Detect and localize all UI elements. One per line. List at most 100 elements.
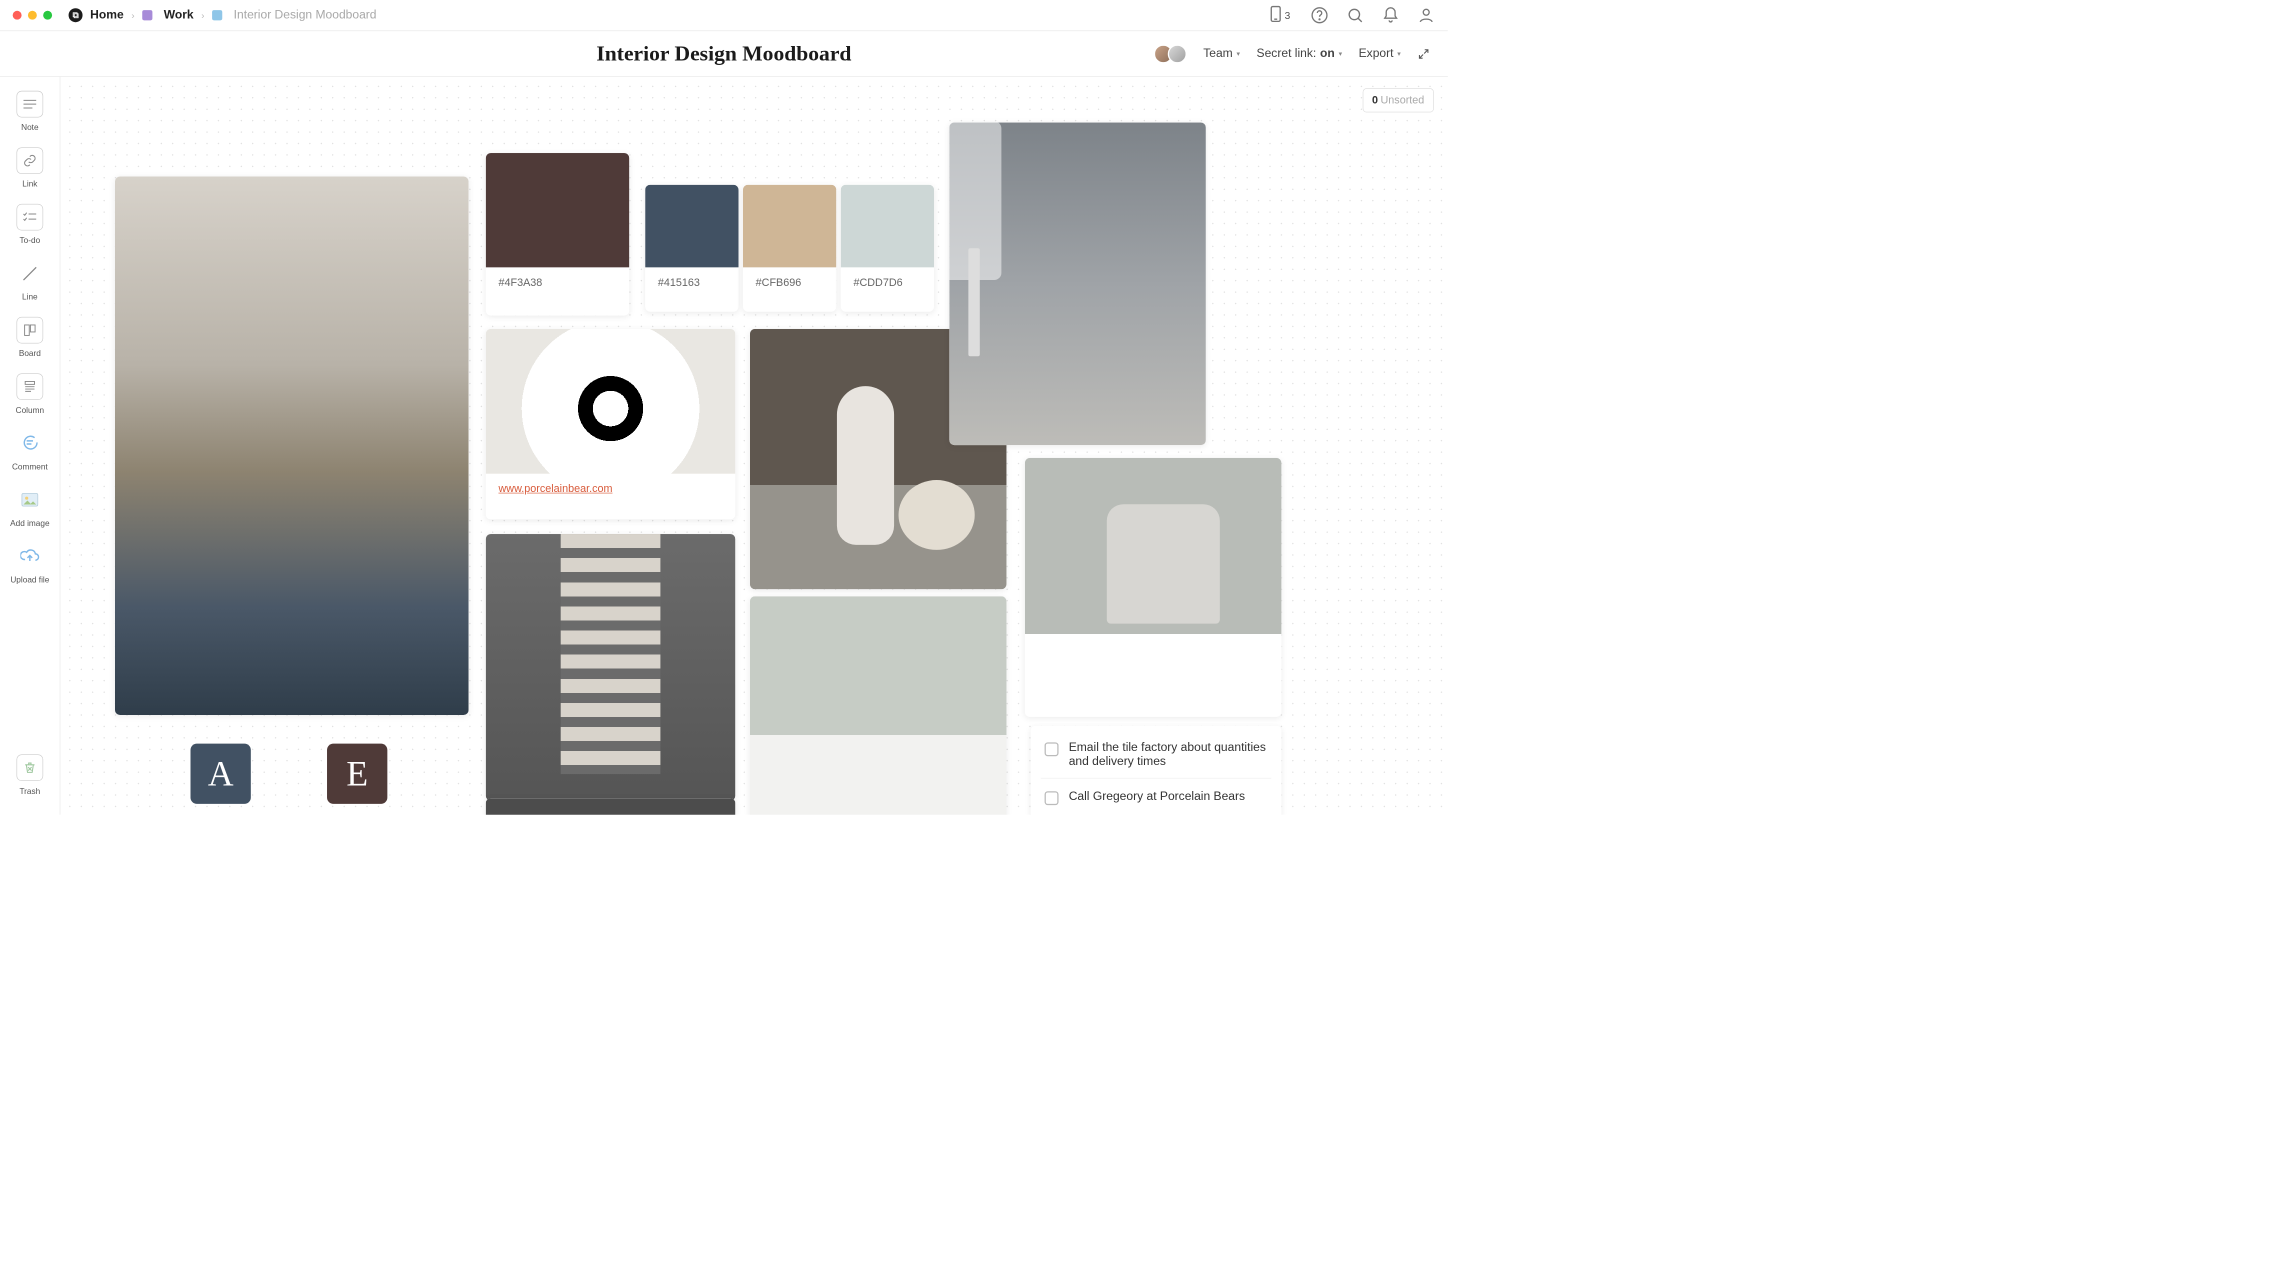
- avatar: [1168, 44, 1187, 63]
- swatch-hex: #4F3A38: [486, 267, 630, 297]
- tool-link[interactable]: Link: [7, 145, 53, 199]
- link-caption: www.porcelainbear.com: [486, 474, 736, 504]
- todo-item[interactable]: Call Gregeory at Porcelain Bears: [1041, 778, 1272, 812]
- letter-tile-label: E: [346, 753, 368, 794]
- chevron-right-icon: ›: [201, 10, 204, 21]
- tool-label: Add image: [10, 518, 49, 528]
- image-placeholder: [1025, 458, 1282, 717]
- breadcrumb-current: Interior Design Moodboard: [234, 8, 377, 22]
- trash-icon: [17, 754, 44, 781]
- note-icon: [17, 91, 44, 118]
- image-placeholder: [486, 534, 736, 801]
- checkbox[interactable]: [1045, 742, 1059, 756]
- secret-link-state: on: [1320, 47, 1335, 61]
- moodboard-canvas[interactable]: 0Unsorted #4F3A38 #415163 #CFB696 #CDD7D…: [60, 77, 1447, 815]
- tool-label: Upload file: [10, 575, 49, 585]
- breadcrumb-work[interactable]: Work: [164, 8, 194, 22]
- color-swatch-card[interactable]: #415163: [645, 185, 738, 312]
- breadcrumb-current-color: [212, 10, 222, 20]
- account-icon[interactable]: [1417, 6, 1435, 24]
- letter-tile-e[interactable]: E: [327, 744, 387, 804]
- tool-label: Trash: [19, 786, 40, 796]
- todo-text: Call Gregeory at Porcelain Bears: [1069, 790, 1245, 804]
- tool-note[interactable]: Note: [7, 88, 53, 142]
- page-title[interactable]: Interior Design Moodboard: [596, 42, 851, 66]
- tool-board[interactable]: Board: [7, 314, 53, 368]
- team-label: Team: [1203, 47, 1233, 61]
- breadcrumb-work-color: [142, 10, 152, 20]
- swatch-hex: #415163: [645, 267, 738, 297]
- unsorted-pill[interactable]: 0Unsorted: [1362, 88, 1433, 112]
- comment-icon: [17, 430, 44, 457]
- expand-icon[interactable]: [1417, 47, 1430, 60]
- team-dropdown[interactable]: Team ▾: [1203, 47, 1240, 61]
- secret-link-dropdown[interactable]: Secret link: on ▾: [1257, 47, 1343, 61]
- image-placeholder: [750, 596, 1007, 814]
- image-card[interactable]: [486, 534, 736, 801]
- collaborator-avatars[interactable]: [1159, 44, 1187, 63]
- tool-label: Board: [19, 349, 41, 359]
- checkbox[interactable]: [1045, 791, 1059, 805]
- todo-card[interactable]: Email the tile factory about quantities …: [1031, 726, 1282, 815]
- column-icon: [17, 373, 44, 400]
- link-card[interactable]: www.porcelainbear.com: [486, 329, 736, 520]
- image-card[interactable]: [949, 123, 1206, 446]
- letter-tile-label: A: [208, 753, 234, 794]
- checklist-icon: [17, 204, 44, 231]
- tool-label: Note: [21, 123, 38, 133]
- tool-label: Column: [16, 405, 44, 415]
- devices-count: 3: [1285, 10, 1291, 21]
- link-icon: [17, 147, 44, 174]
- tool-line[interactable]: Line: [7, 258, 53, 312]
- color-swatch-card[interactable]: #CDD7D6: [841, 185, 934, 312]
- image-card[interactable]: [115, 177, 469, 715]
- todo-item[interactable]: Email the tile factory about quantities …: [1041, 735, 1272, 776]
- image-card[interactable]: [1025, 458, 1282, 717]
- minimize-window-icon[interactable]: [28, 11, 37, 20]
- swatch-fill: [645, 185, 738, 268]
- tool-add-image[interactable]: Add image: [7, 484, 53, 538]
- unsorted-count: 0: [1372, 94, 1378, 106]
- maximize-window-icon[interactable]: [43, 11, 52, 20]
- export-dropdown[interactable]: Export ▾: [1359, 47, 1401, 61]
- tool-sidebar: Note Link To-do Line Board: [0, 77, 60, 815]
- tool-todo[interactable]: To-do: [7, 201, 53, 255]
- image-placeholder: [115, 177, 469, 715]
- image-card[interactable]: [486, 798, 736, 815]
- swatch-fill: [841, 185, 934, 268]
- tool-column[interactable]: Column: [7, 371, 53, 425]
- todo-text: Email the tile factory about quantities …: [1069, 741, 1268, 769]
- export-label: Export: [1359, 47, 1394, 61]
- swatch-fill: [743, 185, 836, 268]
- window-titlebar: ⧉ Home › Work › Interior Design Moodboar…: [0, 0, 1448, 31]
- search-icon[interactable]: [1346, 6, 1364, 24]
- swatch-hex: #CDD7D6: [841, 267, 934, 297]
- tool-upload-file[interactable]: Upload file: [7, 540, 53, 594]
- secret-link-prefix: Secret link:: [1257, 47, 1317, 61]
- app-logo-icon[interactable]: ⧉: [69, 8, 83, 22]
- tool-comment[interactable]: Comment: [7, 427, 53, 481]
- color-swatch-card[interactable]: #CFB696: [743, 185, 836, 312]
- chevron-down-icon: ▾: [1397, 50, 1401, 58]
- image-placeholder: [486, 798, 736, 815]
- image-placeholder: [486, 329, 736, 474]
- image-placeholder: [949, 123, 1206, 446]
- close-window-icon[interactable]: [13, 11, 22, 20]
- tool-label: Comment: [12, 462, 48, 472]
- swatch-fill: [486, 153, 630, 267]
- letter-tile-a[interactable]: A: [191, 744, 251, 804]
- color-swatch-card[interactable]: #4F3A38: [486, 153, 630, 316]
- tool-trash[interactable]: Trash: [7, 752, 53, 806]
- unsorted-label: Unsorted: [1380, 94, 1424, 106]
- image-card[interactable]: [750, 596, 1007, 814]
- breadcrumb-home[interactable]: Home: [90, 8, 124, 22]
- tool-label: Link: [22, 179, 37, 189]
- tool-label: To-do: [20, 236, 41, 246]
- help-icon[interactable]: [1311, 6, 1329, 24]
- bell-icon[interactable]: [1382, 6, 1400, 24]
- document-toolbar: Interior Design Moodboard Team ▾ Secret …: [0, 31, 1448, 77]
- chevron-down-icon: ▾: [1339, 50, 1343, 58]
- devices-button[interactable]: 3: [1267, 5, 1293, 26]
- image-icon: [17, 486, 44, 513]
- link-url[interactable]: www.porcelainbear.com: [498, 483, 612, 495]
